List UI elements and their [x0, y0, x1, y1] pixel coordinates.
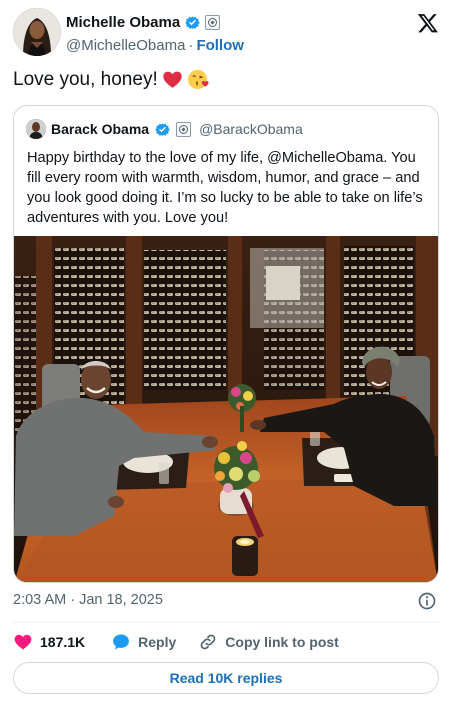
quoted-author-handle[interactable]: @BarackObama [199, 121, 303, 137]
copy-link-label: Copy link to post [225, 634, 339, 650]
quoted-text: Happy birthday to the love of my life, @… [27, 150, 423, 226]
government-seal-icon [205, 14, 221, 30]
divider [13, 622, 441, 623]
author-handle[interactable]: @MichelleObama [66, 37, 185, 54]
author-block: Michelle Obama @MichelleObama · Follow [66, 12, 244, 56]
reply-button[interactable]: Reply [111, 632, 176, 652]
heart-icon [14, 634, 32, 650]
x-logo-icon[interactable] [417, 12, 439, 34]
copy-link-button[interactable]: Copy link to post [198, 632, 339, 652]
post-text: Love you, honey! [13, 68, 210, 91]
verified-badge-icon [184, 14, 201, 31]
post-header: Michelle Obama @MichelleObama · Follow [13, 8, 441, 60]
post-timestamp[interactable]: 2:03 AM · Jan 18, 2025 [13, 592, 163, 608]
link-icon [200, 634, 216, 650]
like-count: 187.1K [40, 634, 86, 650]
read-replies-button[interactable]: Read 10K replies [13, 662, 439, 694]
government-seal-icon [176, 121, 192, 137]
quoted-author-name[interactable]: Barack Obama [51, 121, 149, 137]
avatar[interactable] [13, 8, 61, 56]
quoted-avatar[interactable] [26, 119, 46, 139]
embedded-post: Michelle Obama @MichelleObama · Follow L… [0, 0, 454, 708]
speech-bubble-icon [113, 634, 130, 650]
quoted-post[interactable]: Barack Obama @BarackObama Happy birthday… [13, 105, 439, 583]
face-blowing-kiss-icon [187, 69, 209, 90]
quoted-header: Barack Obama @BarackObama [26, 119, 303, 139]
info-icon[interactable] [417, 591, 437, 611]
separator-dot: · [188, 36, 194, 54]
author-name[interactable]: Michelle Obama [66, 14, 180, 31]
follow-button[interactable]: Follow [196, 37, 244, 54]
like-button[interactable]: 187.1K [13, 632, 85, 652]
birthday-dinner-photo[interactable] [14, 236, 438, 583]
action-bar: 187.1K Reply Copy link to post [13, 632, 339, 652]
verified-badge-icon [154, 121, 171, 138]
post-body: Love you, honey! [13, 68, 158, 90]
reply-label: Reply [138, 634, 177, 650]
red-heart-icon [163, 71, 182, 88]
